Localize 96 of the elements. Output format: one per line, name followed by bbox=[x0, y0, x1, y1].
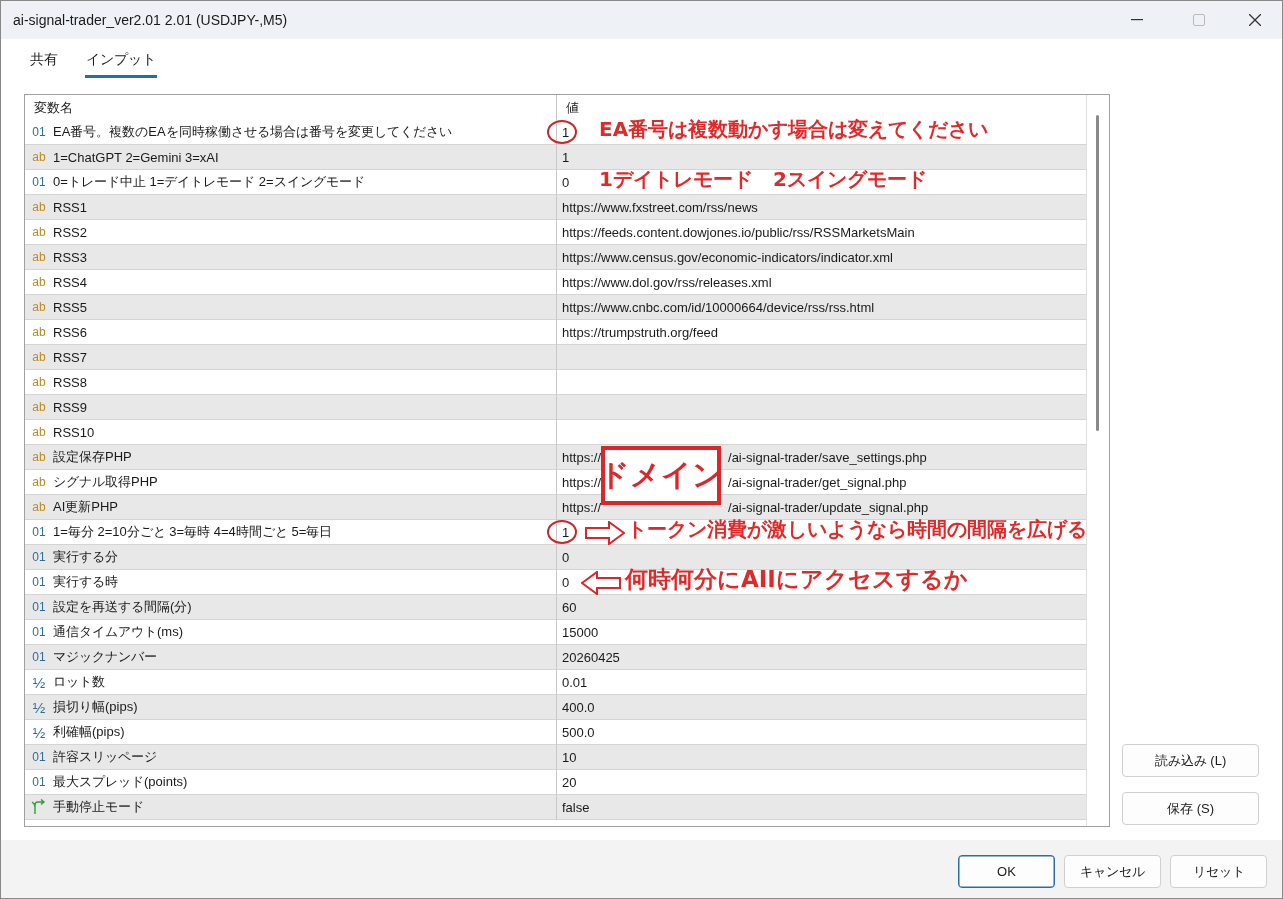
parameter-name: 手動停止モード bbox=[53, 798, 144, 816]
close-icon[interactable] bbox=[1249, 14, 1261, 26]
type-icon: ab bbox=[31, 300, 47, 314]
parameter-value[interactable]: 1 bbox=[562, 149, 570, 165]
parameter-value[interactable]: /ai-signal-trader/update_signal.php bbox=[728, 499, 929, 515]
parameter-name: ロット数 bbox=[53, 673, 105, 691]
type-icon: ab bbox=[31, 500, 47, 514]
parameter-name: AI更新PHP bbox=[53, 498, 118, 516]
parameter-name: 実行する分 bbox=[53, 548, 118, 566]
type-icon: 01 bbox=[31, 775, 47, 789]
parameter-name: 設定保存PHP bbox=[53, 448, 132, 466]
parameter-name: 実行する時 bbox=[53, 573, 118, 591]
parameter-name: RSS4 bbox=[53, 274, 87, 290]
parameter-value[interactable]: 20 bbox=[562, 774, 577, 790]
annotation-text: 何時何分にAIIにアクセスするか bbox=[625, 565, 968, 594]
parameter-name: 0=トレード中止 1=デイトレモード 2=スイングモード bbox=[53, 173, 365, 191]
type-icon: ab bbox=[31, 325, 47, 339]
side-button[interactable]: 読み込み (L) bbox=[1122, 744, 1259, 777]
type-icon: ab bbox=[31, 475, 47, 489]
parameter-name: RSS8 bbox=[53, 374, 87, 390]
dialog-button[interactable]: リセット bbox=[1170, 855, 1267, 888]
type-icon: 01 bbox=[31, 125, 47, 139]
parameter-value[interactable]: false bbox=[562, 799, 590, 815]
side-button[interactable]: 保存 (S) bbox=[1122, 792, 1259, 825]
parameter-value[interactable]: 1 bbox=[562, 524, 570, 540]
type-icon: ½ bbox=[31, 673, 47, 691]
type-icon: 01 bbox=[31, 750, 47, 764]
parameter-name: 許容スリッページ bbox=[53, 748, 157, 766]
type-icon: ab bbox=[31, 350, 47, 364]
parameter-name: RSS7 bbox=[53, 349, 87, 365]
type-icon: ab bbox=[31, 400, 47, 414]
parameter-name: RSS2 bbox=[53, 224, 87, 240]
parameter-name: RSS1 bbox=[53, 199, 87, 215]
type-icon: ½ bbox=[31, 698, 47, 716]
parameter-name: 1=毎分 2=10分ごと 3=毎時 4=4時間ごと 5=毎日 bbox=[53, 523, 333, 541]
type-icon: ab bbox=[31, 375, 47, 389]
type-icon: 01 bbox=[31, 575, 47, 589]
type-icon: 01 bbox=[31, 650, 47, 664]
parameter-value[interactable]: https:// bbox=[562, 449, 602, 465]
parameter-value[interactable]: https:// bbox=[562, 499, 602, 515]
parameter-name: RSS6 bbox=[53, 324, 87, 340]
type-icon: ab bbox=[31, 425, 47, 439]
type-icon: ½ bbox=[31, 723, 47, 741]
type-icon: ab bbox=[31, 250, 47, 264]
parameter-name: 損切り幅(pips) bbox=[53, 698, 138, 716]
parameter-name: RSS5 bbox=[53, 299, 87, 315]
parameter-value[interactable]: 0 bbox=[562, 174, 570, 190]
annotation-text: トークン消費が激しいようなら時間の間隔を広げる bbox=[627, 516, 1087, 543]
type-icon: ab bbox=[31, 150, 47, 164]
scrollbar-thumb[interactable] bbox=[1096, 115, 1099, 431]
dialog-button[interactable]: キャンセル bbox=[1064, 855, 1161, 888]
minimize-icon[interactable] bbox=[1131, 19, 1143, 21]
column-header: 変数名 bbox=[33, 98, 74, 117]
type-icon: 01 bbox=[31, 600, 47, 614]
type-icon: ab bbox=[31, 225, 47, 239]
parameter-value[interactable]: 400.0 bbox=[562, 699, 595, 715]
type-icon: 01 bbox=[31, 625, 47, 639]
parameter-name: RSS9 bbox=[53, 399, 87, 415]
parameter-value[interactable]: 10 bbox=[562, 749, 577, 765]
parameter-value[interactable]: https://www.dol.gov/rss/releases.xml bbox=[562, 274, 772, 290]
parameter-value[interactable]: https://trumpstruth.org/feed bbox=[562, 324, 719, 340]
type-icon: 01 bbox=[31, 550, 47, 564]
maximize-icon[interactable] bbox=[1193, 14, 1205, 26]
parameter-name: 1=ChatGPT 2=Gemini 3=xAI bbox=[53, 149, 219, 165]
type-icon: 01 bbox=[31, 525, 47, 539]
type-icon: ab bbox=[31, 275, 47, 289]
parameter-name: 通信タイムアウト(ms) bbox=[53, 623, 183, 641]
parameter-name: 設定を再送する間隔(分) bbox=[53, 598, 192, 616]
parameter-value[interactable]: 0 bbox=[562, 549, 570, 565]
parameter-name: RSS10 bbox=[53, 424, 95, 440]
parameter-value[interactable]: 1 bbox=[562, 124, 570, 140]
parameter-name: 最大スプレッド(points) bbox=[53, 773, 188, 791]
tab[interactable]: 共有 bbox=[29, 51, 59, 78]
tab[interactable]: インプット bbox=[85, 51, 157, 78]
annotation-text: 1デイトレモード 2スイングモード bbox=[599, 166, 927, 193]
parameter-value[interactable]: 0 bbox=[562, 574, 570, 590]
parameter-name: RSS3 bbox=[53, 249, 87, 265]
parameter-name: シグナル取得PHP bbox=[53, 473, 158, 491]
parameter-value[interactable]: 500.0 bbox=[562, 724, 595, 740]
window-title: ai-signal-trader_ver2.01 2.01 (USDJPY-,M5) bbox=[13, 12, 289, 28]
parameter-value[interactable]: 15000 bbox=[562, 624, 599, 640]
parameter-name: EA番号。複数のEAを同時稼働させる場合は番号を変更してください bbox=[53, 123, 452, 141]
parameter-value[interactable]: 0.01 bbox=[562, 674, 588, 690]
parameter-name: マジックナンバー bbox=[53, 648, 157, 666]
branch-arrow-icon bbox=[31, 799, 47, 815]
type-icon: ab bbox=[31, 200, 47, 214]
type-icon: 01 bbox=[31, 175, 47, 189]
type-icon: ab bbox=[31, 450, 47, 464]
parameter-value[interactable]: https://feeds.content.dowjones.io/public/rss/RSSMarketsMain bbox=[562, 224, 915, 240]
dialog-button[interactable]: OK bbox=[958, 855, 1055, 888]
parameter-value[interactable]: 60 bbox=[562, 599, 577, 615]
parameter-value[interactable]: 20260425 bbox=[562, 649, 620, 665]
parameter-value[interactable]: https:// bbox=[562, 474, 602, 490]
parameter-value[interactable]: /ai-signal-trader/get_signal.php bbox=[728, 474, 907, 490]
parameter-name: 利確幅(pips) bbox=[53, 723, 125, 741]
parameter-value[interactable]: /ai-signal-trader/save_settings.php bbox=[728, 449, 927, 465]
